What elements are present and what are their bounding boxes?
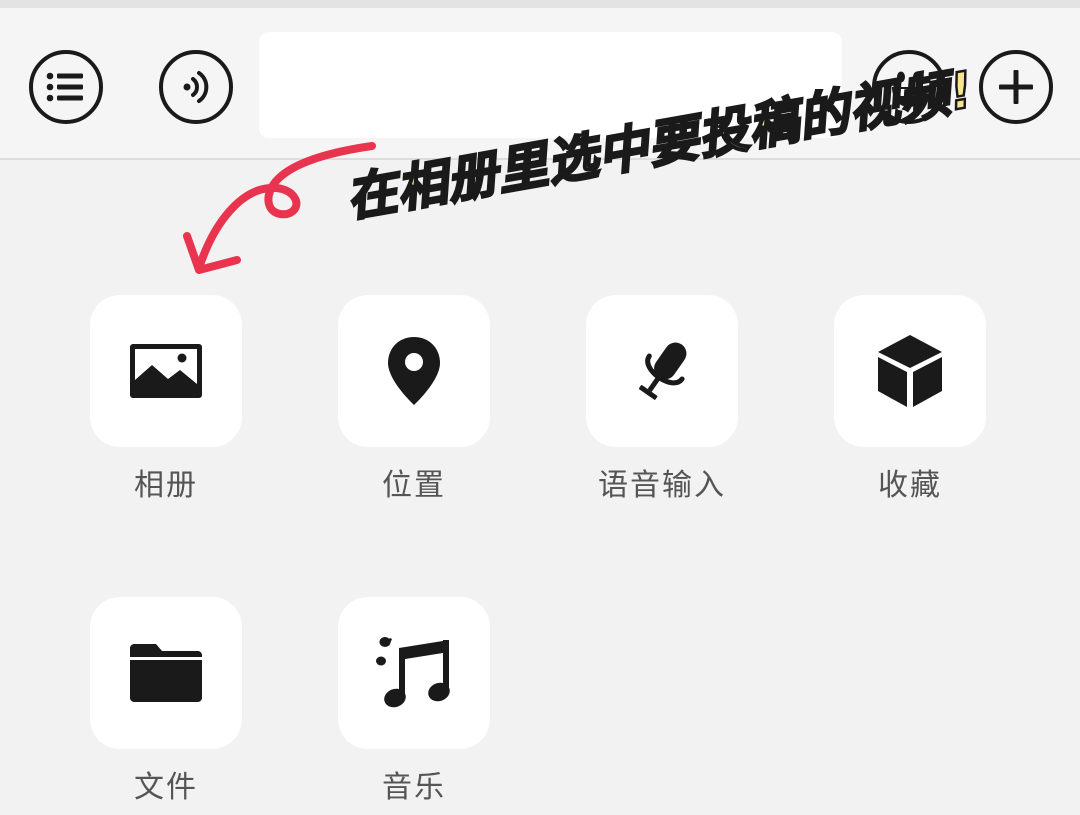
location-tile[interactable]	[338, 295, 490, 447]
album-label: 相册	[134, 468, 198, 503]
cube-icon	[878, 335, 942, 407]
location-label: 位置	[382, 468, 446, 503]
favorites-tile[interactable]	[834, 295, 986, 447]
folder-icon	[130, 644, 202, 702]
location-option[interactable]: 位置	[338, 295, 490, 503]
voice-input-label: 语音输入	[598, 468, 726, 503]
files-option[interactable]: 文件	[90, 597, 242, 805]
album-option[interactable]: 相册	[90, 295, 242, 503]
music-note-icon	[376, 637, 450, 708]
favorites-option[interactable]: 收藏	[834, 295, 986, 503]
music-tile[interactable]	[338, 597, 490, 749]
voice-input-option[interactable]: 语音输入	[586, 295, 738, 503]
location-pin-icon	[388, 337, 440, 405]
files-label: 文件	[134, 770, 198, 805]
music-label: 音乐	[382, 770, 446, 805]
image-icon	[130, 344, 202, 398]
favorites-label: 收藏	[878, 468, 942, 503]
album-tile[interactable]	[90, 295, 242, 447]
files-tile[interactable]	[90, 597, 242, 749]
microphone-icon	[638, 342, 687, 400]
music-option[interactable]: 音乐	[338, 597, 490, 805]
voice-input-tile[interactable]	[586, 295, 738, 447]
